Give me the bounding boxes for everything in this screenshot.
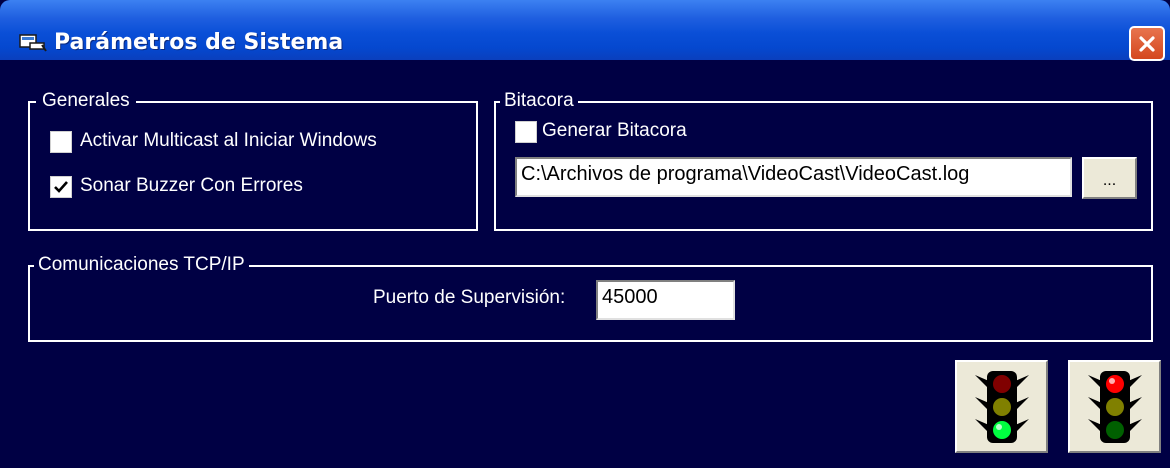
multicast-label: Activar Multicast al Iniciar Windows bbox=[80, 130, 377, 151]
start-button[interactable] bbox=[955, 360, 1048, 453]
browse-button[interactable]: ... bbox=[1082, 157, 1137, 199]
buzzer-checkbox[interactable] bbox=[50, 176, 72, 198]
window-title: Parámetros de Sistema bbox=[54, 30, 344, 55]
generar-bitacora-label: Generar Bitacora bbox=[542, 120, 687, 141]
generales-legend: Generales bbox=[36, 89, 136, 113]
tcpip-group: Comunicaciones TCP/IP bbox=[28, 253, 1153, 342]
log-path-input[interactable]: C:\Archivos de programa\VideoCast\VideoC… bbox=[515, 157, 1072, 197]
traffic-light-red-icon bbox=[1087, 370, 1142, 443]
traffic-light-green-icon bbox=[974, 370, 1029, 443]
generar-bitacora-checkbox[interactable] bbox=[515, 121, 537, 143]
bitacora-legend: Bitacora bbox=[500, 89, 578, 113]
close-icon bbox=[1139, 35, 1155, 52]
buzzer-label: Sonar Buzzer Con Errores bbox=[80, 175, 303, 196]
tcpip-legend: Comunicaciones TCP/IP bbox=[34, 253, 249, 277]
puerto-input[interactable]: 45000 bbox=[596, 280, 735, 320]
checkmark-icon bbox=[54, 181, 68, 193]
title-bar[interactable]: Parámetros de Sistema bbox=[0, 0, 1170, 61]
generales-group: Generales bbox=[28, 89, 478, 231]
multicast-checkbox[interactable] bbox=[50, 131, 72, 153]
puerto-label: Puerto de Supervisión: bbox=[373, 287, 566, 308]
stop-button[interactable] bbox=[1068, 360, 1161, 453]
window-app-icon bbox=[19, 34, 47, 52]
browse-label: ... bbox=[1102, 172, 1117, 189]
system-parameters-window: Parámetros de Sistema Generales Activar … bbox=[0, 0, 1170, 468]
close-button[interactable] bbox=[1129, 26, 1165, 61]
